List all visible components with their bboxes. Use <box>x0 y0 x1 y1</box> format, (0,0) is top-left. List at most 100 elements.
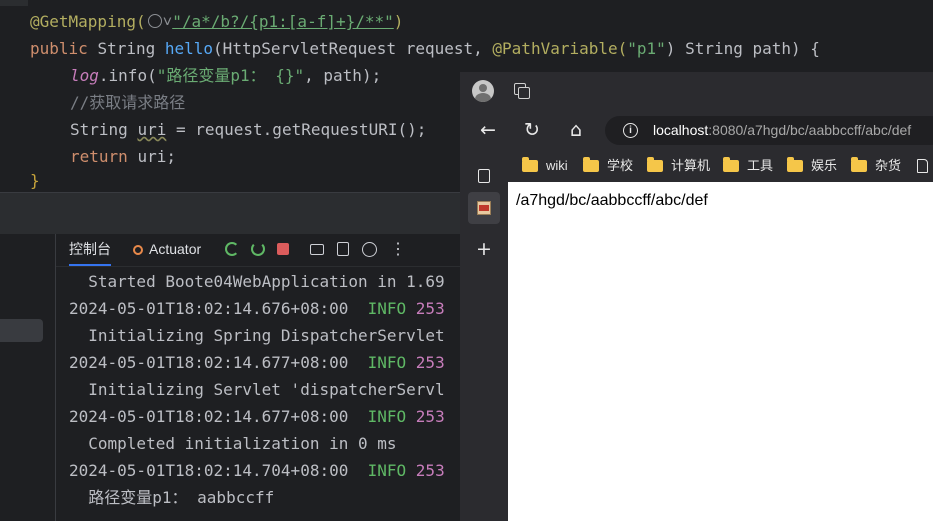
bookmark-wiki[interactable]: wiki <box>522 150 568 182</box>
params-a: (HttpServletRequest request, <box>213 39 493 58</box>
console-log-line: 2024-05-01T18:02:14.704+08:00 INFO 253 <box>69 457 445 484</box>
annotation-pathvariable: @PathVariable( <box>492 39 628 58</box>
code-line-5[interactable]: String uri = request.getRequestURI(); <box>70 116 426 143</box>
var-type: String <box>70 120 138 139</box>
back-icon[interactable]: ← <box>476 118 500 142</box>
method-name: hello <box>164 39 214 58</box>
camera-icon[interactable] <box>310 244 324 255</box>
more-icon[interactable]: ⋮ <box>390 234 406 266</box>
tab-console[interactable]: 控制台 <box>69 234 111 266</box>
browser-titlebar <box>460 72 933 110</box>
log-level: INFO <box>367 461 407 480</box>
tab-actuator[interactable]: Actuator <box>133 234 201 266</box>
return-type: String <box>97 39 165 58</box>
folder-icon <box>583 157 599 172</box>
address-host: localhost <box>653 122 709 138</box>
folder-icon <box>851 157 867 172</box>
workspaces-icon-front <box>518 87 530 99</box>
log-pid: 253 <box>415 353 445 372</box>
restart-icon[interactable] <box>251 242 265 256</box>
annotation-getmapping: @GetMapping( <box>30 12 146 31</box>
bookmark-label: 杂货 <box>875 158 902 173</box>
refresh-icon[interactable]: ↻ <box>520 118 544 142</box>
bookmarks-bar: wiki 学校 计算机 工具 娱乐 杂货 <box>508 150 933 182</box>
run-toolbar: 控制台 Actuator ⋮ <box>56 234 460 267</box>
console-line: Started Boote04WebApplication in 1.69 <box>69 272 445 291</box>
console-log-line: 2024-05-01T18:02:14.677+08:00 INFO 253 <box>69 349 445 376</box>
folder-icon <box>723 157 739 172</box>
run-tree-selected-item[interactable] <box>0 319 43 342</box>
page-response-text: /a7hgd/bc/aabbccff/abc/def <box>516 192 708 209</box>
folder-icon <box>787 157 803 172</box>
code-line-7[interactable]: } <box>30 170 40 192</box>
browser-navbar: ← ↻ ⌂ i localhost:8080/a7hgd/bc/aabbccff… <box>460 110 933 150</box>
console-output[interactable]: Started Boote04WebApplication in 1.69 20… <box>69 266 461 521</box>
annotation-close: ) <box>393 12 404 31</box>
bookmark-misc[interactable]: 杂货 <box>851 150 901 182</box>
run-tool-window: 控制台 Actuator ⋮ Started Boote04WebApplica… <box>0 234 460 521</box>
profile-avatar-icon[interactable] <box>472 80 494 102</box>
assignment: = request.getRequestURI(); <box>166 120 427 139</box>
new-tab-icon[interactable]: + <box>472 237 496 261</box>
active-tab-icon[interactable] <box>468 192 500 224</box>
log-level: INFO <box>367 299 407 318</box>
actuator-icon <box>133 245 143 255</box>
keyword-public: public <box>30 39 98 58</box>
pathvariable-value: "p1" <box>627 39 666 58</box>
log-string: "路径变量p1： {}" <box>156 66 305 85</box>
bookmark-computer[interactable]: 计算机 <box>647 150 710 182</box>
stop-icon[interactable] <box>277 243 289 255</box>
console-line: 路径变量p1： aabbccff <box>69 488 275 507</box>
folder-icon <box>522 157 538 172</box>
log-timestamp: 2024-05-01T18:02:14.677+08:00 <box>69 353 349 372</box>
bookmark-label: 学校 <box>607 158 634 173</box>
document-icon[interactable] <box>917 159 928 173</box>
code-line-3[interactable]: log.info("路径变量p1： {}", path); <box>70 62 381 89</box>
bookmark-label: 娱乐 <box>811 158 838 173</box>
home-icon[interactable]: ⌂ <box>564 118 588 142</box>
address-path: :8080/a7hgd/bc/aabbccff/abc/def <box>708 122 912 138</box>
address-bar[interactable]: i localhost:8080/a7hgd/bc/aabbccff/abc/d… <box>605 116 933 145</box>
console-line: Initializing Servlet 'dispatcherServl <box>69 380 445 399</box>
code-line-4[interactable]: //获取请求路径 <box>70 89 185 116</box>
log-args: , path); <box>304 66 382 85</box>
log-call: .info( <box>98 66 157 85</box>
code-line-6[interactable]: return uri; <box>70 143 176 170</box>
log-level: INFO <box>367 407 407 426</box>
bookmark-school[interactable]: 学校 <box>583 150 633 182</box>
log-timestamp: 2024-05-01T18:02:14.704+08:00 <box>69 461 349 480</box>
code-line-2[interactable]: public String hello(HttpServletRequest r… <box>30 35 820 62</box>
mapping-path: "/a*/b?/{p1:[a-f]+}/**" <box>172 12 394 31</box>
var-uri: uri <box>137 120 167 139</box>
browser-page: /a7hgd/bc/aabbccff/abc/def <box>508 182 933 521</box>
browser-sidebar: + <box>460 150 508 521</box>
return-expr: uri; <box>137 147 176 166</box>
bookmark-tools[interactable]: 工具 <box>723 150 773 182</box>
exit-icon[interactable] <box>337 242 349 256</box>
log-pid: 253 <box>415 299 445 318</box>
bookmark-label: 计算机 <box>671 158 711 173</box>
bookmark-label: wiki <box>546 158 568 173</box>
run-tree-panel[interactable] <box>0 234 56 521</box>
editor-status-band <box>0 192 460 235</box>
rerun-icon[interactable] <box>225 242 239 256</box>
console-log-line: 2024-05-01T18:02:14.676+08:00 INFO 253 <box>69 295 445 322</box>
console-log-line: 2024-05-01T18:02:14.677+08:00 INFO 253 <box>69 403 445 430</box>
globe-icon[interactable] <box>147 14 162 28</box>
info-icon[interactable]: i <box>623 123 638 138</box>
code-line-1[interactable]: @GetMapping( ˅"/a*/b?/{p1:[a-f]+}/**") <box>30 8 403 35</box>
log-pid: 253 <box>415 407 445 426</box>
log-timestamp: 2024-05-01T18:02:14.676+08:00 <box>69 299 349 318</box>
bookmark-entertainment[interactable]: 娱乐 <box>787 150 837 182</box>
address-text: localhost:8080/a7hgd/bc/aabbccff/abc/def <box>653 116 911 145</box>
tab-actuator-label: Actuator <box>149 241 202 257</box>
log-pid: 253 <box>415 461 445 480</box>
params-b: ) String path) { <box>665 39 820 58</box>
tab-actions-icon[interactable] <box>468 160 500 192</box>
chevron-down-icon[interactable]: ˅ <box>163 12 173 31</box>
gauge-icon[interactable] <box>362 242 377 257</box>
console-line: Completed initialization in 0 ms <box>69 434 397 453</box>
log-level: INFO <box>367 353 407 372</box>
browser-window: ← ↻ ⌂ i localhost:8080/a7hgd/bc/aabbccff… <box>460 72 933 521</box>
folder-icon <box>647 157 663 172</box>
